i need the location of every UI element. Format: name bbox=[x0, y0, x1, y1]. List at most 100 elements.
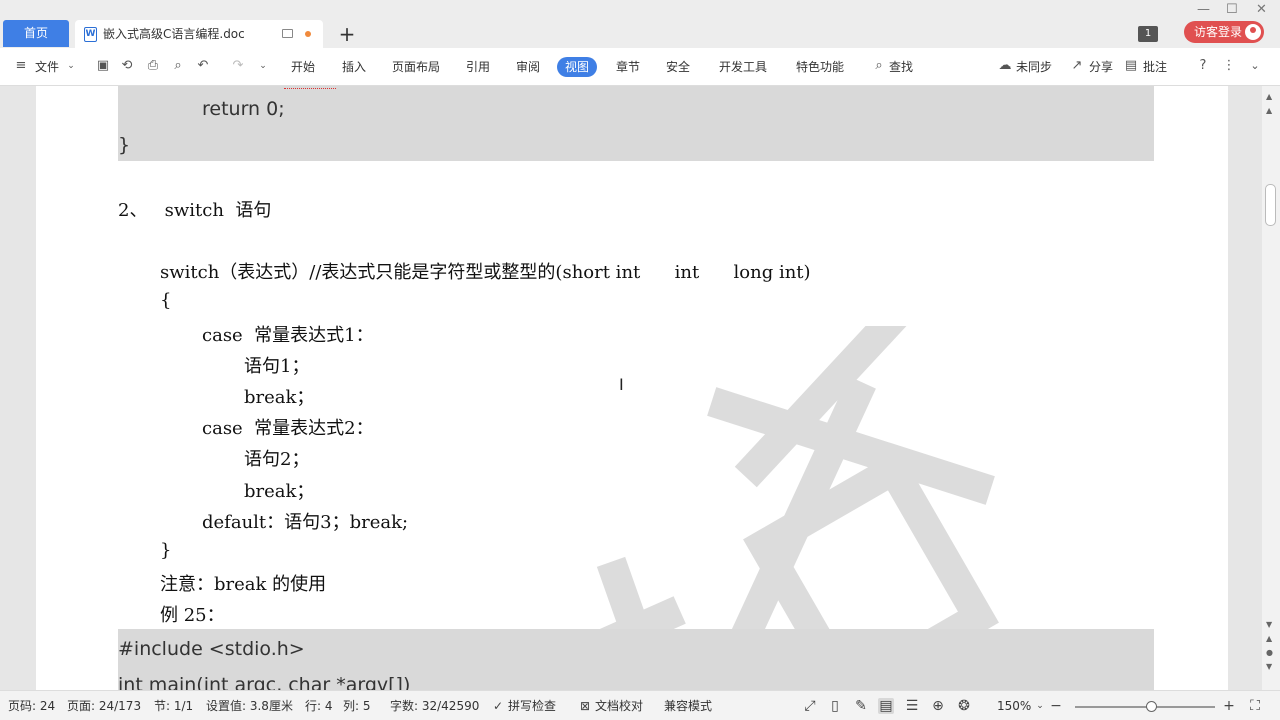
code-line: #include <stdio.h> bbox=[118, 638, 305, 660]
scroll-up-icon[interactable]: ▲ bbox=[1266, 106, 1272, 115]
monitor-icon[interactable] bbox=[282, 29, 293, 38]
tab-page-layout[interactable]: 页面布局 bbox=[392, 59, 440, 75]
section-indicator[interactable]: 节: 1/1 bbox=[154, 699, 193, 713]
page-view-icon[interactable]: ▤ bbox=[878, 698, 894, 714]
code-line: return 0; bbox=[202, 98, 285, 120]
tab-home[interactable]: 首页 bbox=[3, 20, 69, 47]
doc-line: break； bbox=[244, 387, 315, 408]
document-page[interactable]: return 0; } 2、 switch 语句 switch（表达式）//表达… bbox=[36, 86, 1228, 690]
next-page-icon[interactable]: ▼ bbox=[1266, 662, 1272, 671]
focus-mode-icon[interactable]: ⤢ bbox=[802, 698, 818, 714]
minimize-icon[interactable]: — bbox=[1197, 2, 1210, 17]
proofread-icon[interactable]: ⊠ bbox=[577, 698, 593, 714]
word-doc-icon: W bbox=[84, 27, 97, 42]
fit-window-icon[interactable]: ⛶ bbox=[1247, 698, 1263, 714]
row-indicator[interactable]: 行: 4 bbox=[305, 699, 333, 713]
scrollbar-thumb[interactable] bbox=[1265, 184, 1276, 226]
page-code[interactable]: 页码: 24 bbox=[8, 699, 55, 713]
tab-special-features[interactable]: 特色功能 bbox=[796, 59, 844, 75]
tab-document-title: 嵌入式高级C语言编程.doc bbox=[103, 27, 245, 41]
collapse-ribbon-icon[interactable]: ⌄ bbox=[1248, 59, 1262, 73]
share-icon[interactable]: ↗ bbox=[1070, 59, 1084, 73]
cloud-sync-icon[interactable]: ☁ bbox=[998, 59, 1012, 73]
ribbon-toolbar: ≡ 文件 ⌄ ▣ ⟲ ⎙ ⌕ ↶ ↷ ⌄ 开始 插入 页面布局 引用 审阅 视图… bbox=[0, 48, 1280, 86]
doc-line: default：语句3；break; bbox=[202, 512, 409, 533]
code-line: } bbox=[118, 134, 131, 156]
guest-login-button[interactable]: 访客登录 bbox=[1184, 21, 1264, 43]
search-button[interactable]: 查找 bbox=[889, 59, 913, 75]
save-icon[interactable]: ▣ bbox=[96, 59, 110, 73]
doc-line: } bbox=[160, 540, 172, 561]
scroll-up-icon[interactable]: ▲ bbox=[1266, 92, 1272, 101]
more-options-icon[interactable]: ⋮ bbox=[1222, 59, 1236, 73]
tab-start[interactable]: 开始 bbox=[291, 59, 315, 75]
scroll-down-icon[interactable]: ▼ bbox=[1266, 620, 1272, 629]
proofread-button[interactable]: 文档校对 bbox=[595, 699, 643, 713]
more-dropdown-icon[interactable]: ⌄ bbox=[256, 59, 270, 73]
prev-page-icon[interactable]: ▲ bbox=[1266, 634, 1272, 643]
page-indicator[interactable]: 页面: 24/173 bbox=[67, 699, 141, 713]
export-icon[interactable]: ⟲ bbox=[120, 59, 134, 73]
share-button[interactable]: 分享 bbox=[1089, 59, 1113, 75]
zoom-slider-knob[interactable] bbox=[1145, 701, 1157, 712]
guest-login-label: 访客登录 bbox=[1194, 25, 1243, 39]
code-block-bottom: #include <stdio.h> int main(int argc, ch… bbox=[118, 629, 1154, 690]
zoom-out-icon[interactable]: − bbox=[1048, 698, 1064, 714]
doc-line: case 常量表达式2： bbox=[202, 418, 374, 439]
spell-error-underline bbox=[284, 86, 336, 89]
doc-line: 语句2； bbox=[244, 449, 310, 470]
word-count[interactable]: 字数: 32/42590 bbox=[390, 699, 479, 713]
search-icon[interactable]: ⌕ bbox=[872, 59, 886, 73]
spellcheck-icon[interactable]: ✓ bbox=[490, 698, 506, 714]
chevron-down-icon[interactable]: ⌄ bbox=[64, 59, 78, 73]
hamburger-menu-icon[interactable]: ≡ bbox=[14, 59, 28, 73]
eye-protection-icon[interactable]: ❂ bbox=[956, 698, 972, 714]
doc-line: 语句1； bbox=[244, 356, 310, 377]
tab-references[interactable]: 引用 bbox=[466, 59, 490, 75]
doc-line: case 常量表达式1： bbox=[202, 325, 374, 346]
close-icon[interactable]: ✕ bbox=[1256, 2, 1267, 17]
column-indicator[interactable]: 列: 5 bbox=[343, 699, 371, 713]
tab-document[interactable]: W 嵌入式高级C语言编程.doc bbox=[75, 20, 323, 48]
edit-mode-icon[interactable]: ✎ bbox=[853, 698, 869, 714]
tab-review[interactable]: 审阅 bbox=[516, 59, 540, 75]
code-block-top: return 0; } bbox=[118, 86, 1154, 161]
select-browse-icon[interactable]: ● bbox=[1266, 648, 1273, 657]
spellcheck-button[interactable]: 拼写检查 bbox=[508, 699, 556, 713]
comment-button[interactable]: 批注 bbox=[1143, 59, 1167, 75]
tab-security[interactable]: 安全 bbox=[666, 59, 690, 75]
help-icon[interactable]: ? bbox=[1196, 59, 1210, 73]
tab-chapter[interactable]: 章节 bbox=[616, 59, 640, 75]
zoom-in-icon[interactable]: + bbox=[1221, 698, 1237, 714]
doc-line: break； bbox=[244, 481, 315, 502]
text-cursor-icon: I bbox=[619, 375, 624, 394]
undo-icon[interactable]: ↶ bbox=[196, 59, 210, 73]
new-tab-button[interactable]: + bbox=[338, 20, 356, 48]
maximize-icon[interactable]: ☐ bbox=[1226, 2, 1238, 17]
tab-developer-tools[interactable]: 开发工具 bbox=[719, 59, 767, 75]
web-view-icon[interactable]: ⊕ bbox=[930, 698, 946, 714]
zoom-dropdown-icon[interactable]: ⌄ bbox=[1032, 698, 1048, 714]
compat-mode: 兼容模式 bbox=[664, 699, 713, 713]
vertical-scrollbar[interactable]: ▲ ▲ ▼ ▲ ● ▼ bbox=[1262, 86, 1280, 690]
print-preview-icon[interactable]: ⌕ bbox=[171, 59, 185, 73]
tab-insert[interactable]: 插入 bbox=[342, 59, 366, 75]
doc-line: switch（表达式）//表达式只能是字符型或整型的(short int int… bbox=[160, 262, 811, 283]
setting-value[interactable]: 设置值: 3.8厘米 bbox=[206, 699, 293, 713]
print-icon[interactable]: ⎙ bbox=[146, 59, 160, 73]
doc-line: 例 25： bbox=[160, 605, 225, 626]
reading-mode-icon[interactable]: ▯ bbox=[827, 698, 843, 714]
file-menu[interactable]: 文件 bbox=[35, 59, 59, 75]
section-heading: 2、 switch 语句 bbox=[118, 200, 272, 221]
sync-status[interactable]: 未同步 bbox=[1016, 59, 1052, 75]
unsaved-dot-icon bbox=[305, 31, 311, 37]
code-line: int main(int argc, char *argv[]) bbox=[118, 674, 411, 690]
document-area[interactable]: return 0; } 2、 switch 语句 switch（表达式）//表达… bbox=[0, 86, 1262, 690]
zoom-level[interactable]: 150% bbox=[997, 699, 1031, 713]
redo-icon[interactable]: ↷ bbox=[231, 59, 245, 73]
comment-icon[interactable]: ▤ bbox=[1124, 59, 1138, 73]
tab-view[interactable]: 视图 bbox=[557, 57, 598, 77]
doc-line: { bbox=[160, 290, 172, 311]
page-count-badge[interactable]: 1 bbox=[1138, 26, 1158, 42]
outline-view-icon[interactable]: ☰ bbox=[904, 698, 920, 714]
